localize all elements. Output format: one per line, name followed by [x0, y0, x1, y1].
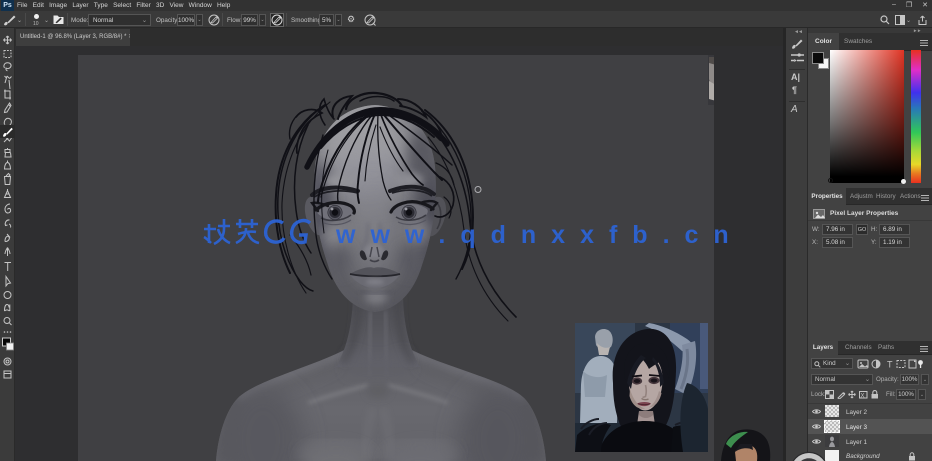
svg-text:X: X — [861, 393, 865, 399]
svg-text:T: T — [887, 360, 893, 370]
